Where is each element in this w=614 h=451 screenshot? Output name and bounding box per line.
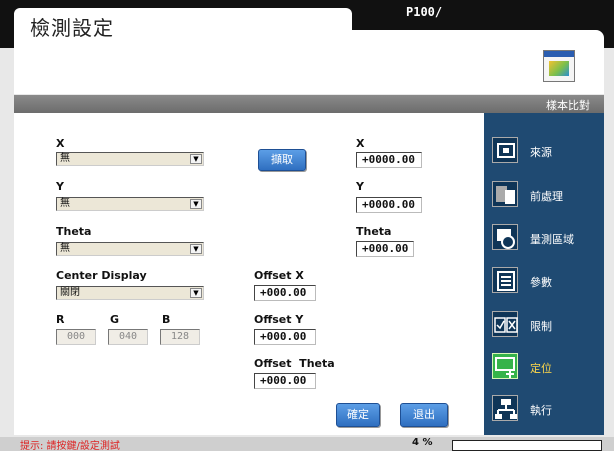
sidebar-item-parameter[interactable]: 參數 [492, 267, 602, 297]
sidebar-item-label: 量測區域 [530, 233, 574, 246]
status-percent: 4 % [412, 437, 433, 448]
y-coord-input[interactable]: +0000.00 [356, 197, 422, 213]
chevron-down-icon: ▼ [190, 154, 202, 164]
sidebar-item-label: 來源 [530, 146, 552, 159]
center-display-label: Center Display [56, 269, 147, 282]
y-source-value: 無 [60, 198, 70, 209]
status-progress-box [452, 440, 602, 451]
execute-icon [492, 395, 518, 421]
sidebar-item-preprocess[interactable]: 前處理 [492, 181, 602, 211]
offset-y-input[interactable]: +000.00 [254, 329, 316, 345]
model-tab [340, 4, 610, 30]
y-source-select[interactable]: 無 ▼ [56, 197, 204, 211]
model-name: P100/ [406, 5, 443, 19]
confirm-button[interactable]: 確定 [336, 403, 380, 427]
chevron-down-icon: ▼ [190, 199, 202, 209]
source-icon [492, 137, 518, 163]
theta-source-label: Theta [56, 225, 92, 238]
parameter-icon [492, 267, 518, 293]
x-source-value: 無 [60, 153, 70, 164]
limit-icon [492, 311, 518, 337]
sidebar-item-source[interactable]: 來源 [492, 137, 602, 167]
sidebar-item-label: 定位 [530, 362, 552, 375]
status-message: 提示: 請按鍵/設定測試 [20, 441, 120, 451]
screen: P100/ 檢測設定 樣本比對 X 無 ▼ Y 無 ▼ Theta 無 ▼ Ce… [0, 0, 614, 451]
exit-button[interactable]: 退出 [400, 403, 448, 427]
center-display-select[interactable]: 關閉 ▼ [56, 286, 204, 300]
offset-theta-label: Offset Theta [254, 357, 335, 370]
chevron-down-icon: ▼ [190, 244, 202, 254]
theta-source-value: 無 [60, 243, 70, 254]
sidebar-item-label: 限制 [530, 320, 552, 333]
sidebar-item-measure-area[interactable]: 量測區域 [492, 224, 602, 254]
chevron-down-icon: ▼ [190, 288, 202, 298]
sidebar-item-label: 參數 [530, 276, 552, 289]
sidebar-item-label: 前處理 [530, 190, 563, 203]
page-title: 檢測設定 [30, 16, 114, 40]
offset-y-label: Offset Y [254, 313, 304, 326]
x-coord-label: X [356, 137, 365, 150]
positioning-icon [492, 353, 518, 379]
y-source-label: Y [56, 180, 64, 193]
g-value-field: 040 [108, 329, 148, 345]
section-bar: 樣本比對 [14, 95, 604, 113]
chart-window-icon[interactable] [543, 50, 575, 82]
section-title: 樣本比對 [546, 99, 590, 112]
r-label: R [56, 313, 65, 326]
measure-area-icon [492, 224, 518, 250]
settings-panel: X 無 ▼ Y 無 ▼ Theta 無 ▼ Center Display 關閉 … [14, 113, 484, 435]
preprocess-icon [492, 181, 518, 207]
b-label: B [162, 313, 171, 326]
x-source-select[interactable]: 無 ▼ [56, 152, 204, 166]
r-value-field: 000 [56, 329, 96, 345]
x-source-label: X [56, 137, 65, 150]
x-coord-input[interactable]: +0000.00 [356, 152, 422, 168]
theta-coord-input[interactable]: +000.00 [356, 241, 414, 257]
theta-coord-label: Theta [356, 225, 392, 238]
b-value-field: 128 [160, 329, 200, 345]
theta-source-select[interactable]: 無 ▼ [56, 242, 204, 256]
offset-x-label: Offset X [254, 269, 304, 282]
sidebar-item-limit[interactable]: 限制 [492, 311, 602, 341]
y-coord-label: Y [356, 180, 364, 193]
sidebar-item-label: 執行 [530, 404, 552, 417]
capture-button[interactable]: 擷取 [258, 149, 306, 171]
g-label: G [110, 313, 120, 326]
center-display-value: 關閉 [60, 287, 80, 298]
offset-x-input[interactable]: +000.00 [254, 285, 316, 301]
sidebar-item-execute[interactable]: 執行 [492, 395, 602, 425]
function-sidebar: 來源 前處理 量測區域 參數 限制 定位 執行 [484, 113, 604, 435]
sidebar-item-positioning[interactable]: 定位 [492, 353, 602, 383]
offset-theta-input[interactable]: +000.00 [254, 373, 316, 389]
